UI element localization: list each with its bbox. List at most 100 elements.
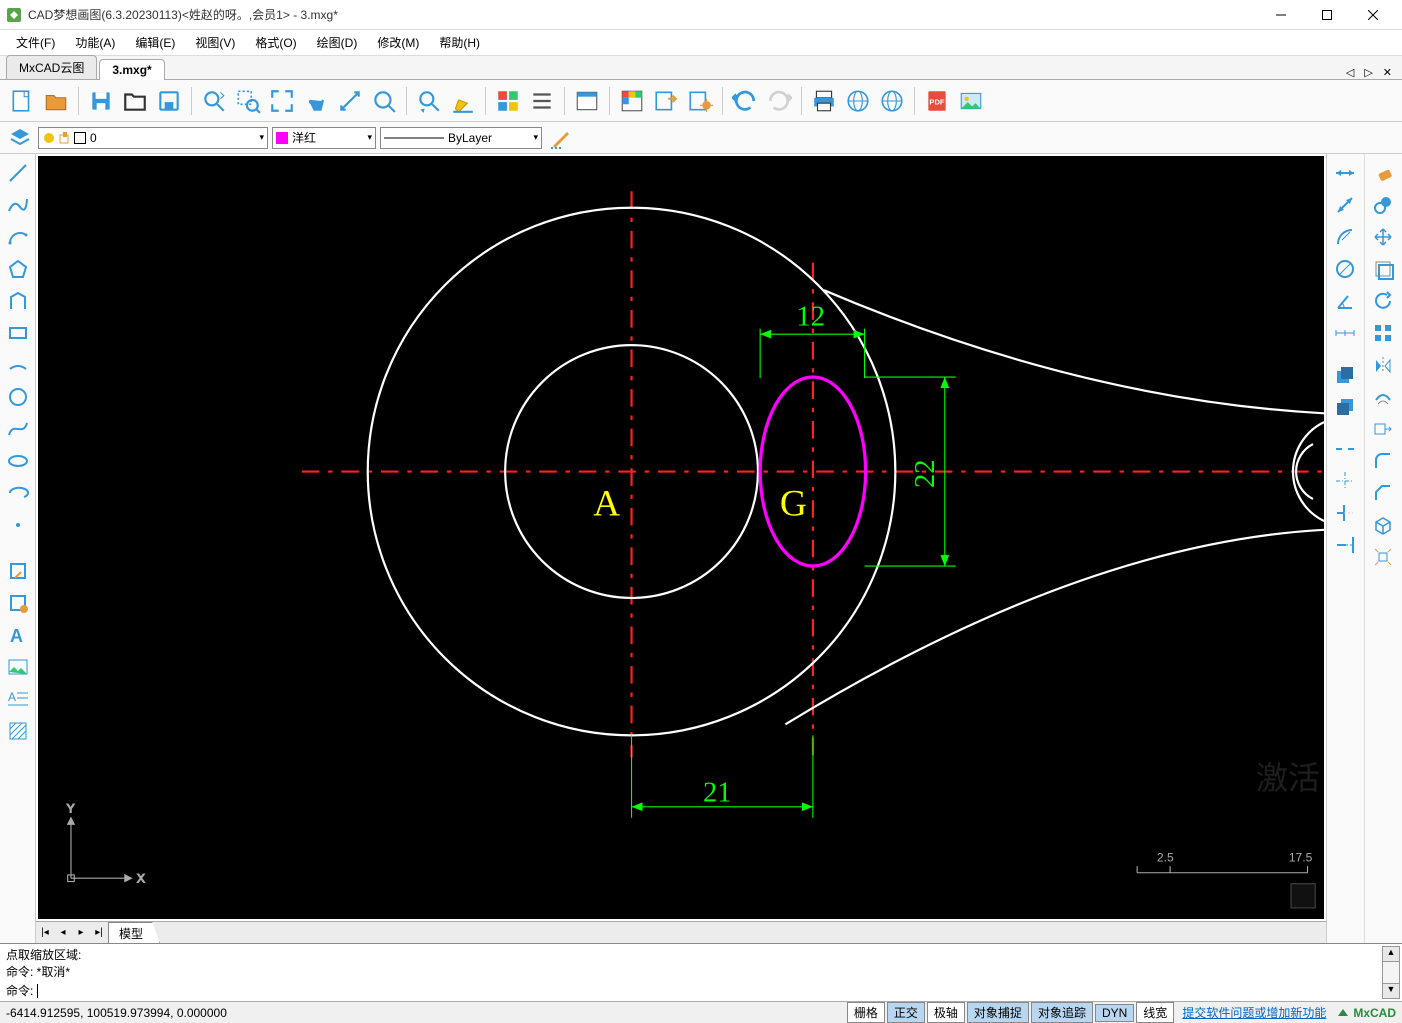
dim-continue-button[interactable] xyxy=(1330,318,1360,348)
rotate-button[interactable] xyxy=(1368,286,1398,316)
offset-button[interactable] xyxy=(1368,254,1398,284)
menu-modify[interactable]: 修改(M) xyxy=(367,30,429,55)
command-input[interactable] xyxy=(37,984,1396,998)
chamfer-button[interactable] xyxy=(1368,478,1398,508)
osnap-toggle[interactable]: 对象捕捉 xyxy=(967,1002,1029,1023)
drawing-canvas[interactable]: A G 21 12 xyxy=(38,156,1324,919)
layout-last-icon[interactable]: ▸| xyxy=(90,927,108,938)
layout-next-icon[interactable]: ▸ xyxy=(72,927,90,938)
break-button[interactable] xyxy=(1330,434,1360,464)
block-insert-button[interactable] xyxy=(3,556,33,586)
minimize-button[interactable] xyxy=(1258,0,1304,30)
pdf-button[interactable]: PDF xyxy=(921,85,953,117)
arc-button[interactable] xyxy=(3,222,33,252)
layer-combo[interactable]: 0 ▾ xyxy=(38,127,268,149)
color-grid-button[interactable] xyxy=(492,85,524,117)
mirror-button[interactable] xyxy=(1368,350,1398,380)
print-button[interactable] xyxy=(808,85,840,117)
menu-help[interactable]: 帮助(H) xyxy=(429,30,490,55)
scroll-down-icon[interactable]: ▼ xyxy=(1382,983,1400,999)
open-folder-button[interactable] xyxy=(119,85,151,117)
pan-button[interactable] xyxy=(300,85,332,117)
copy-button[interactable] xyxy=(1368,190,1398,220)
find-button[interactable] xyxy=(413,85,445,117)
dim-diameter-button[interactable] xyxy=(1330,254,1360,284)
close-button[interactable] xyxy=(1350,0,1396,30)
ellipse-button[interactable] xyxy=(3,446,33,476)
feedback-link[interactable]: 提交软件问题或增加新功能 xyxy=(1182,1004,1326,1021)
hatch-button[interactable] xyxy=(3,716,33,746)
trim-button[interactable] xyxy=(1330,498,1360,528)
menu-view[interactable]: 视图(V) xyxy=(185,30,245,55)
copy-back-button[interactable] xyxy=(1330,392,1360,422)
list-button[interactable] xyxy=(526,85,558,117)
polyline-button[interactable] xyxy=(3,190,33,220)
export-button[interactable] xyxy=(650,85,682,117)
maximize-button[interactable] xyxy=(1304,0,1350,30)
move-button[interactable] xyxy=(1368,222,1398,252)
menu-format[interactable]: 格式(O) xyxy=(245,30,306,55)
polygon-button[interactable] xyxy=(3,254,33,284)
ortho-toggle[interactable]: 正交 xyxy=(887,1002,925,1023)
linetype-combo[interactable]: ByLayer ▾ xyxy=(380,127,542,149)
lwt-toggle[interactable]: 线宽 xyxy=(1136,1002,1174,1023)
draw-settings-icon[interactable] xyxy=(546,123,576,153)
dim-radius-button[interactable] xyxy=(1330,222,1360,252)
dim-linear-button[interactable] xyxy=(1330,158,1360,188)
settings-button[interactable] xyxy=(684,85,716,117)
image-button[interactable] xyxy=(955,85,987,117)
box-button[interactable] xyxy=(1368,510,1398,540)
centerline-button[interactable] xyxy=(1330,466,1360,496)
scroll-up-icon[interactable]: ▲ xyxy=(1382,946,1400,962)
open-button[interactable] xyxy=(40,85,72,117)
tab-prev-icon[interactable]: ◁ xyxy=(1342,66,1358,79)
tab-cloud[interactable]: MxCAD云图 xyxy=(6,55,97,79)
save-button[interactable] xyxy=(85,85,117,117)
color-combo[interactable]: 洋红 ▾ xyxy=(272,127,376,149)
explode-button[interactable] xyxy=(1368,542,1398,572)
zoom-button[interactable] xyxy=(368,85,400,117)
array-button[interactable] xyxy=(1368,318,1398,348)
dyn-toggle[interactable]: DYN xyxy=(1095,1004,1134,1022)
menu-file[interactable]: 文件(F) xyxy=(6,30,65,55)
new-button[interactable] xyxy=(6,85,38,117)
nav-cube[interactable] xyxy=(1291,884,1315,908)
tab-next-icon[interactable]: ▷ xyxy=(1360,66,1376,79)
window-button[interactable] xyxy=(571,85,603,117)
dim-aligned-button[interactable] xyxy=(1330,190,1360,220)
stretch-button[interactable] xyxy=(1368,414,1398,444)
highlight-button[interactable] xyxy=(447,85,479,117)
redo-button[interactable] xyxy=(763,85,795,117)
line-button[interactable] xyxy=(3,158,33,188)
menu-edit[interactable]: 编辑(E) xyxy=(125,30,185,55)
extend-button[interactable] xyxy=(1330,530,1360,560)
text-button[interactable]: A xyxy=(3,620,33,650)
region-button[interactable] xyxy=(3,286,33,316)
zoom-realtime-button[interactable] xyxy=(198,85,230,117)
circle-button[interactable] xyxy=(3,382,33,412)
polar-toggle[interactable]: 极轴 xyxy=(927,1002,965,1023)
web1-button[interactable] xyxy=(842,85,874,117)
fillet-button[interactable] xyxy=(1368,446,1398,476)
undo-button[interactable] xyxy=(729,85,761,117)
web2-button[interactable] xyxy=(876,85,908,117)
grid-toggle[interactable]: 栅格 xyxy=(847,1002,885,1023)
zoom-extents-button[interactable] xyxy=(266,85,298,117)
block-create-button[interactable] xyxy=(3,588,33,618)
otrack-toggle[interactable]: 对象追踪 xyxy=(1031,1002,1093,1023)
menu-function[interactable]: 功能(A) xyxy=(65,30,125,55)
mtext-button[interactable]: A xyxy=(3,684,33,714)
dim-angular-button[interactable] xyxy=(1330,286,1360,316)
model-tab[interactable]: 模型 xyxy=(108,922,160,944)
spline-button[interactable] xyxy=(3,414,33,444)
image-insert-button[interactable] xyxy=(3,652,33,682)
copy-front-button[interactable] xyxy=(1330,360,1360,390)
layout-first-icon[interactable]: |◂ xyxy=(36,927,54,938)
save-as-button[interactable] xyxy=(153,85,185,117)
arc3p-button[interactable] xyxy=(3,350,33,380)
tab-close-icon[interactable]: ✕ xyxy=(1379,66,1396,79)
scale-button[interactable] xyxy=(1368,382,1398,412)
measure-button[interactable] xyxy=(334,85,366,117)
layer-manager-icon[interactable] xyxy=(6,124,34,152)
layout-prev-icon[interactable]: ◂ xyxy=(54,927,72,938)
